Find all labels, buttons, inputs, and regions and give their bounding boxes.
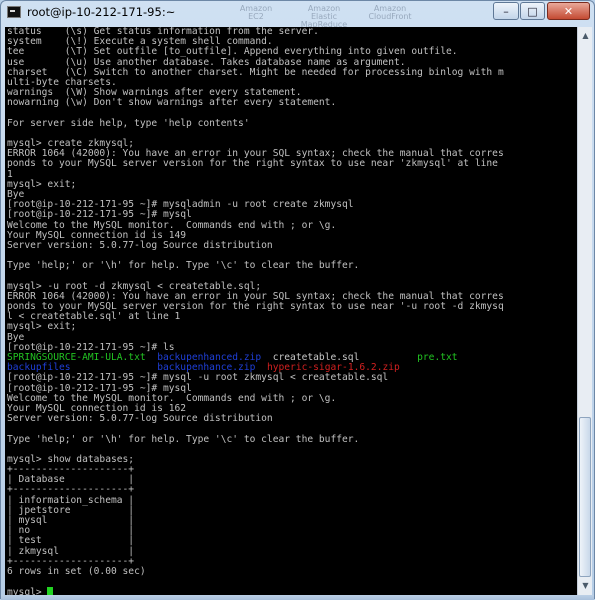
terminal-line: mysql> exit; xyxy=(7,322,504,332)
background-tab-3: Amazon CloudFront xyxy=(368,4,412,21)
terminal-text-segment: pre.txt xyxy=(417,352,458,363)
background-tab-2: Amazon Elastic MapReduce xyxy=(300,4,348,29)
terminal-text-segment: Server version: 5.0.77-log Source distri… xyxy=(7,413,273,425)
terminal-text-segment: Type 'help;' or '\h' for help. Type '\c'… xyxy=(7,260,360,272)
minimize-button[interactable]: – xyxy=(493,2,519,20)
scroll-up-arrow-icon[interactable]: ▲ xyxy=(579,28,592,43)
text-cursor xyxy=(47,587,54,595)
terminal-text-segment: 6 rows in set (0.00 sec) xyxy=(7,565,146,577)
terminal-line: Type 'help;' or '\h' for help. Type '\c'… xyxy=(7,261,504,271)
terminal-line: Type 'help;' or '\h' for help. Type '\c'… xyxy=(7,433,504,445)
background-tab-1: Amazon EC2 xyxy=(239,4,273,21)
close-button[interactable]: ✕ xyxy=(547,2,590,20)
terminal-line: 1 xyxy=(7,169,504,180)
mysql-prompt: mysql> xyxy=(7,587,48,595)
terminal-line: nowarning (\w) Don't show warnings after… xyxy=(7,98,504,108)
terminal-text-segment: nowarning (\w) Don't show warnings after… xyxy=(7,97,337,109)
terminal-text-segment: Server version: 5.0.77-log Source distri… xyxy=(7,239,273,251)
terminal-prompt-line[interactable]: mysql> xyxy=(7,587,504,595)
terminal-line: For server side help, type 'help content… xyxy=(7,117,504,129)
terminal-app-icon[interactable] xyxy=(7,6,21,18)
title-bar[interactable]: root@ip-10-212-171-95:~ Amazon EC2 Amazo… xyxy=(1,1,594,29)
terminal-line: Server version: 5.0.77-log Source distri… xyxy=(7,239,504,251)
vertical-scrollbar[interactable]: ▲ ▼ xyxy=(577,27,592,595)
terminal-line: Server version: 5.0.77-log Source distri… xyxy=(7,414,504,424)
window-bottom-border xyxy=(1,595,594,600)
terminal-text-segment: Type 'help;' or '\h' for help. Type '\c'… xyxy=(7,433,360,445)
maximize-button[interactable]: □ xyxy=(520,2,545,20)
terminal-line: l < createtable.sql' at line 1 xyxy=(7,312,504,322)
terminal-line: ponds to your MySQL server version for t… xyxy=(7,159,504,169)
terminal-window: root@ip-10-212-171-95:~ Amazon EC2 Amazo… xyxy=(0,0,595,600)
terminal-text-segment: For server side help, type 'help content… xyxy=(7,117,250,129)
terminal-text-segment: ponds to your MySQL server version for t… xyxy=(7,158,498,170)
window-title: root@ip-10-212-171-95:~ xyxy=(27,5,176,19)
terminal-line: mysql> exit; xyxy=(7,179,504,190)
terminal-text: status (\s) Get status information from … xyxy=(7,27,504,595)
scroll-thumb[interactable] xyxy=(579,417,591,577)
scroll-down-arrow-icon[interactable]: ▼ xyxy=(579,578,592,593)
terminal-line: 6 rows in set (0.00 sec) xyxy=(7,565,504,577)
terminal-output[interactable]: status (\s) Get status information from … xyxy=(5,27,577,595)
